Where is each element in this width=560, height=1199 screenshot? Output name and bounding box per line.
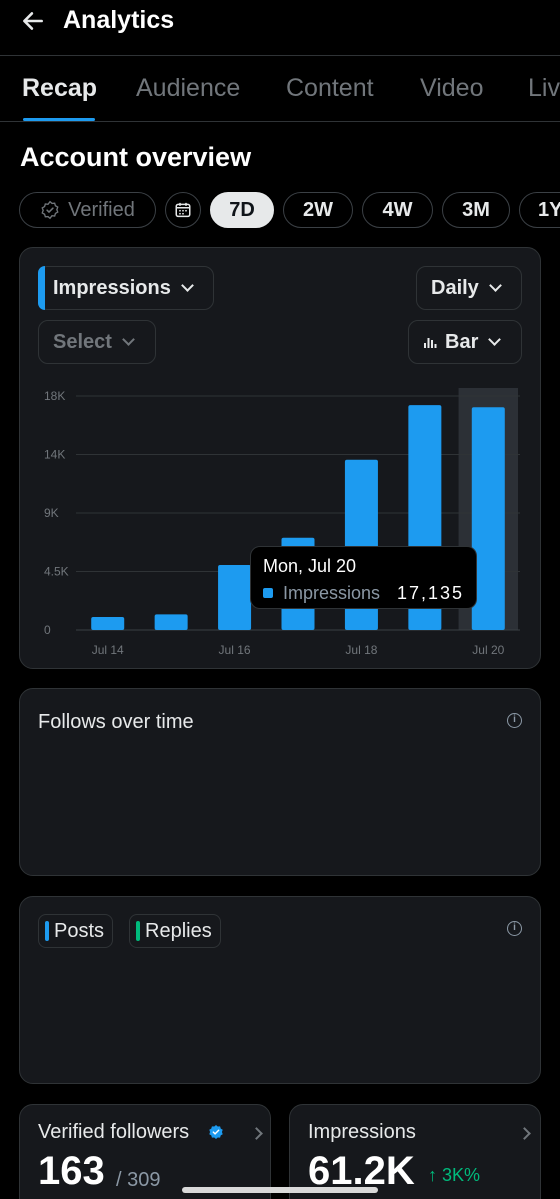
follows-chart-card: Follows over time i bbox=[19, 688, 541, 876]
verified-followers-total: / 309 bbox=[116, 1169, 161, 1191]
follows-card-title: Follows over time bbox=[38, 711, 194, 733]
bar-impressions bbox=[91, 617, 125, 630]
info-icon[interactable]: i bbox=[507, 921, 522, 936]
legend-posts-chip[interactable]: Posts bbox=[38, 914, 114, 948]
chevron-right-icon bbox=[250, 1127, 263, 1140]
info-icon[interactable]: i bbox=[507, 713, 522, 728]
impressions-change: ↑ 3K% bbox=[428, 1165, 481, 1185]
replies-color-marker bbox=[136, 921, 140, 941]
verified-followers-card[interactable]: Verified followers 163 / 309 bbox=[19, 1104, 271, 1199]
legend-replies-chip[interactable]: Replies bbox=[129, 914, 221, 948]
y-tick-label: 9K bbox=[44, 506, 59, 520]
x-tick-label: Jul 20 bbox=[472, 643, 504, 657]
chart-tooltip: Mon, Jul 20 Impressions 17,135 bbox=[250, 546, 477, 609]
tooltip-series-swatch bbox=[263, 588, 273, 598]
verified-followers-label: Verified followers bbox=[38, 1121, 190, 1143]
tooltip-date: Mon, Jul 20 bbox=[263, 556, 357, 576]
verified-followers-value: 163 bbox=[38, 1149, 105, 1193]
tooltip-value: 17,135 bbox=[396, 583, 464, 603]
chevron-right-icon bbox=[518, 1127, 531, 1140]
verified-badge-icon bbox=[209, 1125, 223, 1139]
x-tick-label: Jul 14 bbox=[92, 643, 124, 657]
impressions-stat-label: Impressions bbox=[308, 1121, 416, 1143]
x-tick-label: Jul 16 bbox=[219, 643, 251, 657]
posts-color-marker bbox=[45, 921, 49, 941]
y-tick-label: 18K bbox=[44, 389, 65, 403]
legend-posts-label: Posts bbox=[54, 919, 105, 942]
x-tick-label: Jul 18 bbox=[345, 643, 377, 657]
y-tick-label: 4.5K bbox=[44, 565, 69, 579]
bar-impressions bbox=[218, 565, 252, 630]
bar-impressions bbox=[154, 614, 188, 630]
tooltip-series-name: Impressions bbox=[283, 583, 381, 603]
y-tick-label: 14K bbox=[44, 448, 65, 462]
y-tick-label: 0 bbox=[44, 623, 51, 637]
impressions-stat-card[interactable]: Impressions 61.2K ↑ 3K% bbox=[289, 1104, 541, 1199]
home-indicator bbox=[182, 1187, 378, 1193]
legend-replies-label: Replies bbox=[145, 919, 212, 942]
